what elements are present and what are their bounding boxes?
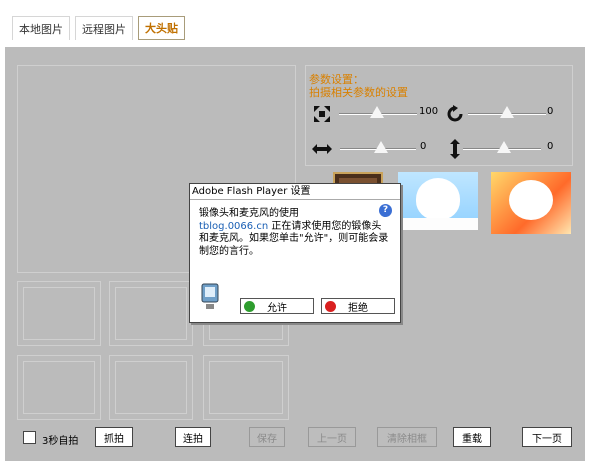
zoom-icon xyxy=(314,106,330,122)
photo-slot[interactable] xyxy=(17,281,101,346)
dialog-title: Adobe Flash Player 设置 xyxy=(190,184,400,200)
frame-thumbnail[interactable] xyxy=(491,172,571,234)
flash-camera-icon xyxy=(201,283,219,309)
big-head-sticker-panel: 本地图片 远程图片 大头贴 参数设置： 拍摄相关参数的设置 100 0 0 0 … xyxy=(0,0,591,465)
clear-frame-button[interactable]: 清除相框 xyxy=(377,427,437,447)
deny-icon xyxy=(325,301,336,312)
allow-button[interactable]: 允许 xyxy=(240,298,314,314)
allow-label: 允许 xyxy=(267,302,287,314)
zoom-slider[interactable]: 100 xyxy=(339,106,443,120)
photo-slot[interactable] xyxy=(17,355,101,420)
dialog-heading: 锻像头和麦克风的使用 xyxy=(199,208,299,219)
horizontal-value: 0 xyxy=(420,141,427,152)
capture-button[interactable]: 抓拍 xyxy=(95,427,133,447)
prev-page-button[interactable]: 上一页 xyxy=(308,427,356,447)
horizontal-move-icon xyxy=(312,144,332,154)
tab-local-image[interactable]: 本地图片 xyxy=(12,16,70,40)
vertical-value: 0 xyxy=(547,141,554,152)
vertical-move-icon xyxy=(450,139,460,159)
zoom-value: 100 xyxy=(419,106,439,117)
photo-slot[interactable] xyxy=(109,355,193,420)
deny-label: 拒绝 xyxy=(348,302,368,314)
deny-button[interactable]: 拒绝 xyxy=(321,298,395,314)
site-link[interactable]: tblog.0066.cn xyxy=(199,221,268,232)
burst-capture-button[interactable]: 连拍 xyxy=(175,427,211,447)
photo-slot[interactable] xyxy=(109,281,193,346)
save-button[interactable]: 保存 xyxy=(249,427,285,447)
vertical-slider[interactable]: 0 xyxy=(463,141,563,155)
dialog-message: 锻像头和麦克风的使用 tblog.0066.cn 正在请求使用您的锻像头和麦克风… xyxy=(199,208,389,258)
tab-big-head-sticker[interactable]: 大头贴 xyxy=(138,16,185,40)
self-timer-label: 3秒自拍 xyxy=(42,436,79,447)
camera-params-panel: 参数设置： 拍摄相关参数的设置 100 0 0 0 xyxy=(305,65,573,166)
params-subtitle: 拍摄相关参数的设置 xyxy=(309,86,408,99)
horizontal-slider[interactable]: 0 xyxy=(340,141,430,155)
self-timer-checkbox[interactable] xyxy=(23,431,36,444)
checkmark-icon xyxy=(244,301,255,312)
frame-thumbnail[interactable] xyxy=(398,172,478,230)
next-page-button[interactable]: 下一页 xyxy=(522,427,572,447)
reload-button[interactable]: 重载 xyxy=(453,427,491,447)
rotate-value: 0 xyxy=(547,106,554,117)
rotate-icon xyxy=(447,105,463,122)
rotate-slider[interactable]: 0 xyxy=(468,106,568,120)
tab-bar: 本地图片 远程图片 大头贴 xyxy=(12,16,185,40)
flash-settings-dialog: Adobe Flash Player 设置 ? 锻像头和麦克风的使用 tblog… xyxy=(189,183,401,323)
tab-remote-image[interactable]: 远程图片 xyxy=(75,16,133,40)
photo-slot[interactable] xyxy=(203,355,289,420)
